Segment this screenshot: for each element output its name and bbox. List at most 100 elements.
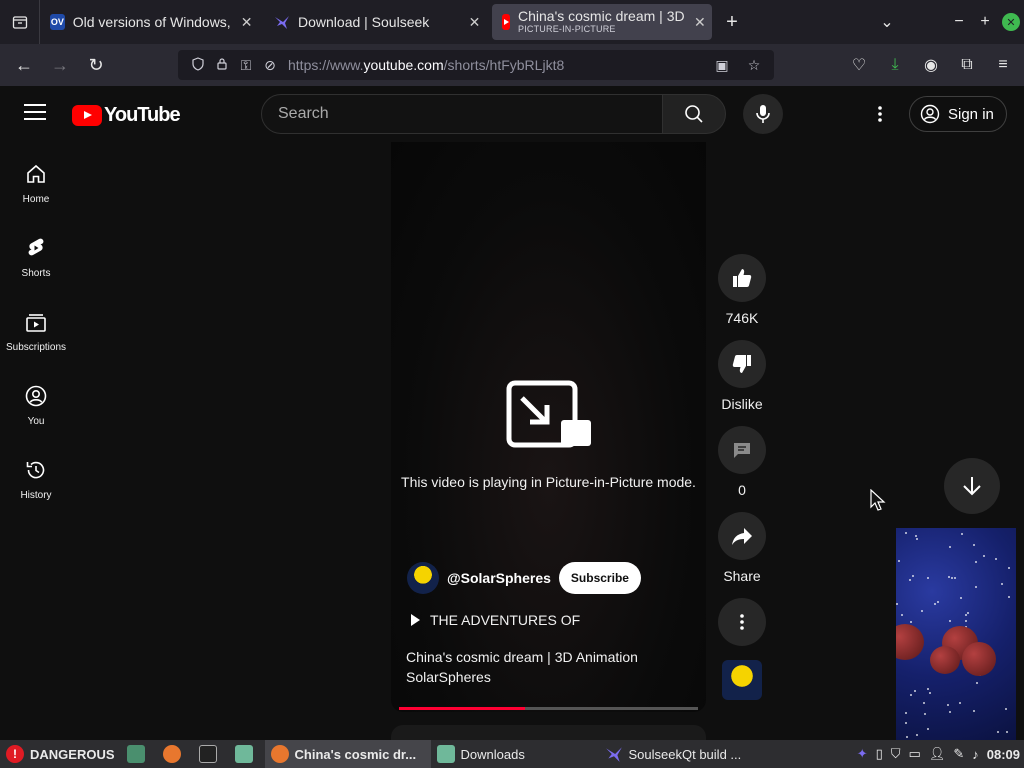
search-input[interactable] <box>278 105 662 123</box>
security-status[interactable]: ! DANGEROUS <box>0 740 121 768</box>
window-controls: ⌄ − + ✕ <box>874 0 1024 44</box>
more-action[interactable] <box>717 598 767 646</box>
files-launcher[interactable] <box>229 740 265 768</box>
dislike-button[interactable] <box>718 340 766 388</box>
thumbs-down-icon <box>732 355 751 373</box>
guide-menu-icon[interactable] <box>24 104 46 122</box>
pip-star <box>912 575 914 577</box>
like-button[interactable] <box>718 254 766 302</box>
pip-star <box>905 712 907 714</box>
guide-item-shorts[interactable]: Shorts <box>0 216 72 290</box>
tab-oldversions[interactable]: OV Old versions of Windows, M ✕ <box>40 0 264 44</box>
tab-overview-button[interactable] <box>0 0 40 44</box>
comments-action[interactable]: 0 <box>717 426 767 498</box>
tab-soulseek[interactable]: Download | Soulseek ✕ <box>264 0 492 44</box>
search-button[interactable] <box>662 94 726 134</box>
taskbar-window-label: SoulseekQt build ... <box>628 746 742 762</box>
display-icon[interactable]: ▭ <box>909 746 921 762</box>
pocket-icon[interactable]: ♡ <box>846 55 872 75</box>
like-action[interactable]: 746K <box>717 254 767 326</box>
more-button[interactable] <box>718 598 766 646</box>
channel-handle[interactable]: @SolarSpheres <box>447 570 551 586</box>
settings-kebab-icon[interactable] <box>868 102 892 126</box>
bookmark-star-icon[interactable]: ☆ <box>742 57 766 74</box>
taskbar-window-firefox[interactable]: China's cosmic dr... <box>264 740 431 768</box>
shield-tray-icon[interactable]: ⛉ <box>891 746 901 762</box>
close-tab-icon[interactable]: ✕ <box>239 14 254 31</box>
guide-item-history[interactable]: History <box>0 438 72 512</box>
pip-star <box>973 710 975 712</box>
tab-youtube-active[interactable]: China's cosmic dream | 3D A PICTURE-IN-P… <box>492 4 712 40</box>
pip-star <box>949 620 951 622</box>
guide-label: Home <box>22 194 50 205</box>
guide-label: Shorts <box>21 268 51 279</box>
play-icon <box>411 614 420 626</box>
share-button[interactable] <box>718 512 766 560</box>
pip-star <box>909 579 911 581</box>
extensions-icon[interactable]: ⧉ <box>954 56 980 74</box>
sign-in-button[interactable]: Sign in <box>909 96 1007 132</box>
browser-toolbar: ← → ↻ ⚿ ⊘ https://www.youtube.com/shorts… <box>0 44 1024 86</box>
taskbar-window-soulseek[interactable]: SoulseekQt build ... <box>599 740 769 768</box>
show-desktop-launcher[interactable] <box>121 740 157 768</box>
account-circle-icon <box>920 104 940 124</box>
progress-fill <box>399 707 525 710</box>
app-menu-icon[interactable]: ≡ <box>990 56 1016 74</box>
url-bar[interactable]: ⚿ ⊘ https://www.youtube.com/shorts/htFyb… <box>178 50 774 80</box>
firefox-launcher[interactable] <box>157 740 193 768</box>
share-action[interactable]: Share <box>717 512 767 584</box>
maximize-icon[interactable]: + <box>972 13 998 31</box>
youtube-logo[interactable]: YouTube <box>72 104 181 127</box>
pen-icon[interactable]: ✎ <box>953 746 964 762</box>
channel-avatar[interactable] <box>407 562 439 594</box>
clipboard-icon[interactable]: ▯ <box>876 746 883 762</box>
playlist-link[interactable]: THE ADVENTURES OF <box>411 612 580 628</box>
voice-search-button[interactable] <box>743 94 783 134</box>
lock-icon[interactable] <box>210 57 234 74</box>
autoplay-blocked-icon[interactable]: ⊘ <box>258 57 282 74</box>
url-text[interactable]: https://www.youtube.com/shorts/htFybRLjk… <box>288 57 710 73</box>
pip-video-window[interactable] <box>896 528 1016 740</box>
dislike-action[interactable]: Dislike <box>717 340 767 412</box>
forward-icon[interactable]: → <box>42 55 78 76</box>
pip-star <box>929 692 931 694</box>
guide-item-home[interactable]: Home <box>0 142 72 216</box>
terminal-launcher[interactable] <box>193 740 229 768</box>
account-icon[interactable]: ◉ <box>918 55 944 75</box>
pip-star <box>910 694 912 696</box>
back-icon[interactable]: ← <box>6 55 42 76</box>
guide-item-subscriptions[interactable]: Subscriptions <box>0 290 72 364</box>
pip-star <box>976 682 978 684</box>
permissions-icon[interactable]: ⚿ <box>234 57 258 74</box>
user-icon[interactable]: 👤︎ <box>929 746 946 762</box>
subscribe-button[interactable]: Subscribe <box>558 562 641 594</box>
new-tab-button[interactable]: + <box>712 11 752 34</box>
tab-list-chevron-icon[interactable]: ⌄ <box>874 12 900 32</box>
close-tab-icon[interactable]: ✕ <box>467 14 482 31</box>
close-tab-icon[interactable]: ✕ <box>694 14 706 31</box>
taskbar-window-downloads[interactable]: Downloads <box>431 740 599 768</box>
next-video-button[interactable] <box>944 458 1000 514</box>
tab-title: China's cosmic dream | 3D A <box>518 9 686 25</box>
soulseek-tray-icon[interactable]: ✦ <box>857 746 868 762</box>
progress-bar[interactable] <box>399 707 698 710</box>
reload-icon[interactable]: ↻ <box>78 55 114 76</box>
pip-star <box>1008 567 1010 569</box>
comments-button[interactable] <box>718 426 766 474</box>
guide-item-you[interactable]: You <box>0 364 72 438</box>
shorts-player[interactable]: This video is playing in Picture-in-Pict… <box>391 142 706 712</box>
mini-guide: Home Shorts Subscriptions You History <box>0 142 72 512</box>
sound-source-avatar[interactable] <box>722 660 762 700</box>
video-title[interactable]: China's cosmic dream | 3D Animation Sola… <box>406 647 686 687</box>
volume-music-icon[interactable]: ♪ <box>972 747 979 762</box>
shield-icon[interactable] <box>186 56 210 74</box>
folder-icon <box>234 745 253 763</box>
microphone-icon <box>756 105 770 123</box>
downloads-icon[interactable]: ⤓ <box>882 56 908 74</box>
minimize-icon[interactable]: − <box>946 13 972 31</box>
pip-toggle-icon[interactable]: ▣ <box>710 57 734 74</box>
close-window-icon[interactable]: ✕ <box>1002 13 1020 31</box>
clock[interactable]: 08:09 <box>987 747 1020 762</box>
more-vertical-icon <box>740 614 744 630</box>
search-box[interactable] <box>261 94 663 134</box>
